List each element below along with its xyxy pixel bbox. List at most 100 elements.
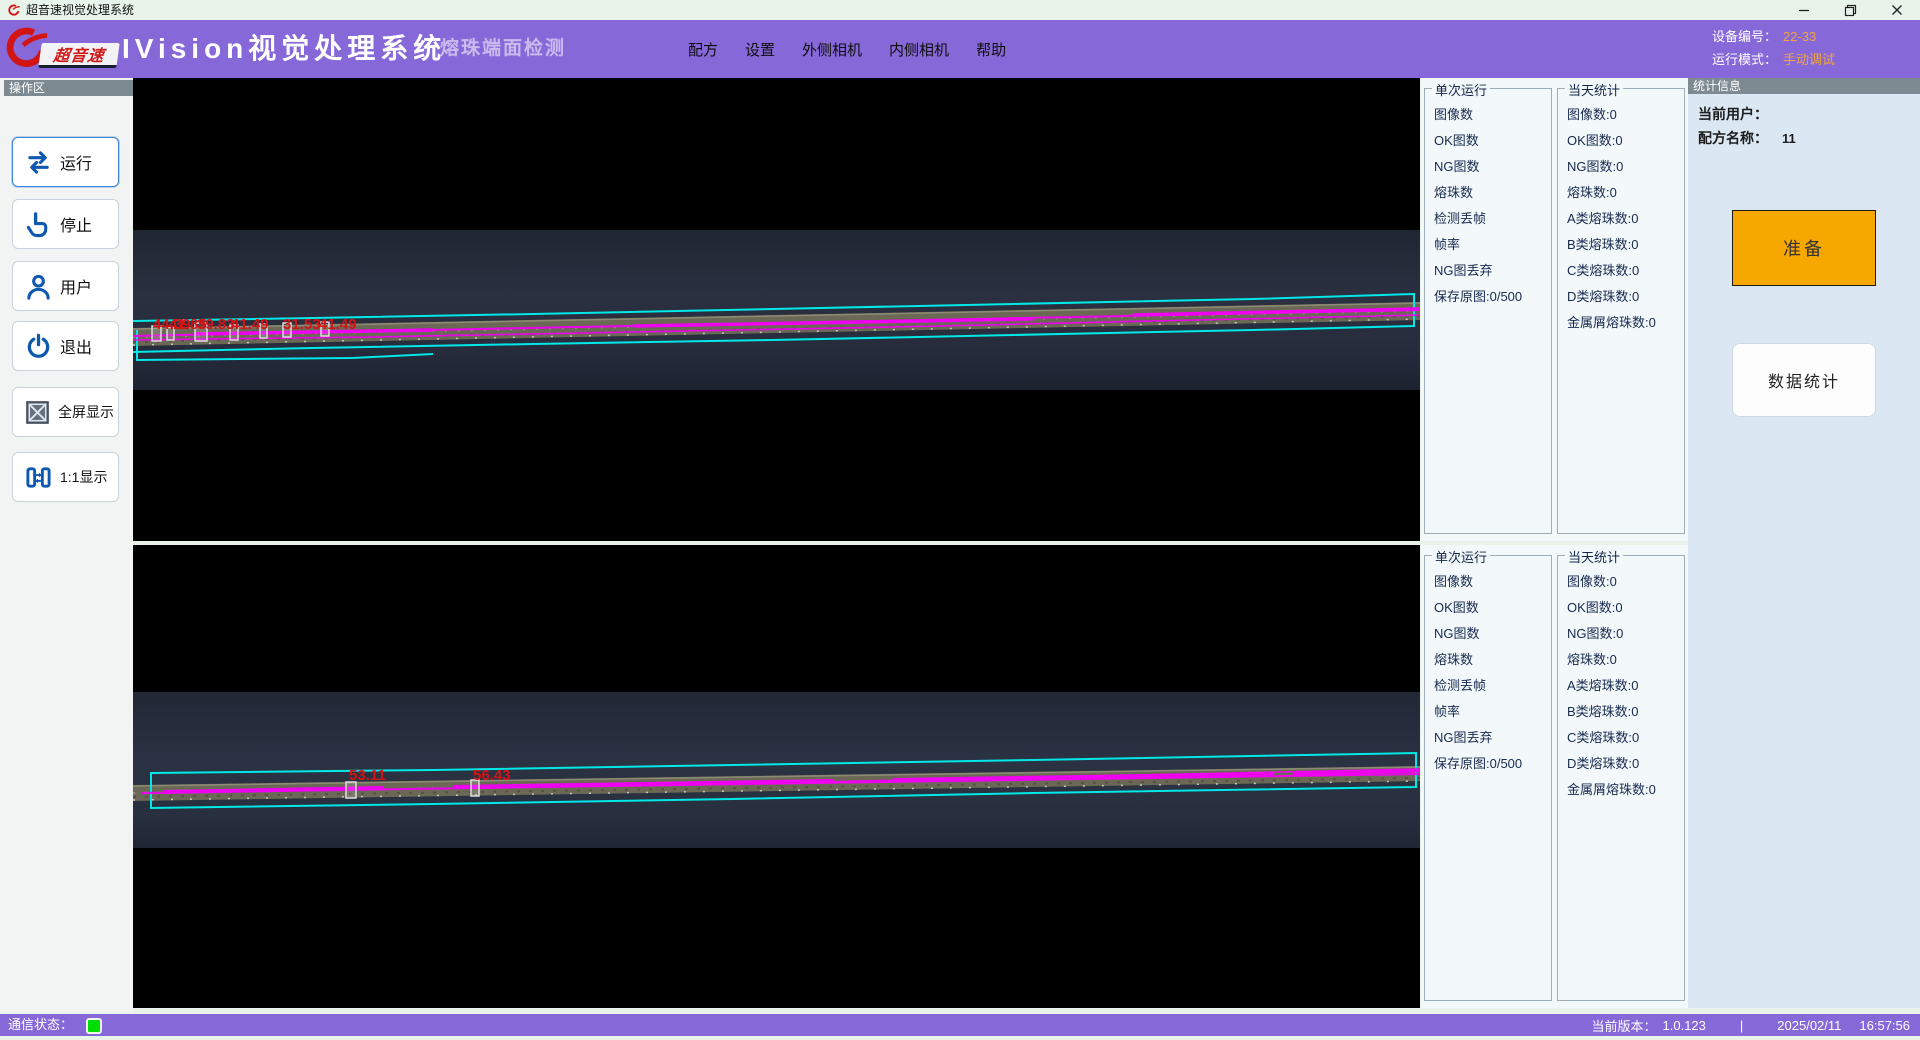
- device-number-row: 设备编号： 22-33: [1712, 25, 1835, 48]
- device-number-label: 设备编号：: [1712, 29, 1777, 44]
- stat-item: 帧率: [1425, 699, 1551, 725]
- stat-item: B类熔珠数:0: [1558, 232, 1684, 258]
- stat-item: A类熔珠数:0: [1558, 673, 1684, 699]
- stop-button-label: 停止: [60, 212, 92, 236]
- stat-item: D类熔珠数:0: [1558, 284, 1684, 310]
- camera-top-detection-overlay: [133, 78, 1420, 541]
- stat-item: 检测丢帧: [1425, 206, 1551, 232]
- stat-item: 图像数:0: [1558, 102, 1684, 128]
- menu-item[interactable]: 内侧相机: [889, 39, 949, 60]
- stat-item: A类熔珠数:0: [1558, 206, 1684, 232]
- exit-button[interactable]: 退出: [12, 321, 119, 371]
- one-to-one-button[interactable]: 1:1显示: [12, 452, 119, 502]
- recipe-name-row: 配方名称： 11: [1698, 128, 1796, 148]
- camera-bottom-detection-overlay: [133, 545, 1420, 1008]
- fullscreen-icon: [25, 400, 50, 425]
- stat-item: NG图数:0: [1558, 154, 1684, 180]
- menu-bar: 配方 设置 外侧相机 内侧相机 帮助: [688, 20, 1006, 78]
- app-subtitle: 熔珠端面检测: [440, 33, 566, 60]
- stat-item: 帧率: [1425, 232, 1551, 258]
- power-icon: [25, 333, 52, 360]
- stat-item: OK图数:0: [1558, 595, 1684, 621]
- recipe-name-label: 配方名称：: [1698, 130, 1768, 146]
- stat-item: 熔珠数: [1425, 647, 1551, 673]
- stat-item: OK图数:0: [1558, 128, 1684, 154]
- app-header: 超音速 IVision视觉处理系统 熔珠端面检测 配方设置外侧相机内侧相机帮助 …: [0, 20, 1920, 78]
- stat-item: NG图数: [1425, 154, 1551, 180]
- user-button[interactable]: 用户: [12, 261, 119, 311]
- daily-stats-groupbox: 当天统计 图像数:0OK图数:0NG图数:0熔珠数:0A类熔珠数:0B类熔珠数:…: [1557, 88, 1685, 534]
- menu-item[interactable]: 帮助: [976, 39, 1006, 60]
- ready-button[interactable]: 准备: [1732, 210, 1876, 286]
- stat-item: 保存原图:0/500: [1425, 284, 1551, 310]
- minimize-icon[interactable]: [1787, 0, 1821, 20]
- device-info: 设备编号： 22-33 运行模式： 手动调试: [1712, 25, 1835, 71]
- measurement-labels-top: 44.3941.8539.8341.4931.5341.49: [153, 316, 413, 334]
- stats-panel-bottom: 单次运行 图像数OK图数NG图数熔珠数检测丢帧帧率NG图丢弃保存原图:0/500…: [1421, 545, 1688, 1008]
- fullscreen-button[interactable]: 全屏显示: [12, 387, 119, 437]
- stat-item: B类熔珠数:0: [1558, 699, 1684, 725]
- stat-item: 熔珠数:0: [1558, 647, 1684, 673]
- stat-item: 金属屑熔珠数:0: [1558, 777, 1684, 803]
- brand-badge: 超音速: [38, 43, 120, 68]
- status-divider: |: [1740, 1018, 1743, 1033]
- exit-button-label: 退出: [60, 334, 92, 358]
- measurement-labels-bottom: 53.11 56.43: [349, 767, 569, 785]
- run-mode-label: 运行模式：: [1712, 52, 1777, 67]
- run-button[interactable]: 运行: [12, 137, 119, 187]
- one-to-one-button-label: 1:1显示: [60, 467, 107, 487]
- one-to-one-icon: [25, 464, 52, 491]
- stat-item: 熔珠数: [1425, 180, 1551, 206]
- stat-item: 图像数:0: [1558, 569, 1684, 595]
- user-icon: [25, 273, 52, 300]
- title-bar: 超音速视觉处理系统: [0, 0, 1920, 20]
- stat-item: 图像数: [1425, 102, 1551, 128]
- single-run-groupbox: 单次运行 图像数OK图数NG图数熔珠数检测丢帧帧率NG图丢弃保存原图:0/500: [1424, 555, 1552, 1001]
- stat-item: NG图数: [1425, 621, 1551, 647]
- measurement-value: 41.49: [231, 316, 269, 333]
- stat-item: NG图丢弃: [1425, 258, 1551, 284]
- current-user-label: 当前用户：: [1698, 106, 1768, 122]
- run-icon: [25, 149, 52, 176]
- comm-status-label: 通信状态：: [8, 1014, 73, 1036]
- menu-item[interactable]: 设置: [745, 39, 775, 60]
- single-run-groupbox: 单次运行 图像数OK图数NG图数熔珠数检测丢帧帧率NG图丢弃保存原图:0/500: [1424, 88, 1552, 534]
- statistics-info-panel: 统计信息 当前用户： 配方名称： 11 准备 数据统计: [1688, 78, 1920, 1008]
- user-button-label: 用户: [60, 274, 92, 298]
- daily-stats-items: 图像数:0OK图数:0NG图数:0熔珠数:0A类熔珠数:0B类熔珠数:0C类熔珠…: [1558, 89, 1684, 336]
- single-run-items: 图像数OK图数NG图数熔珠数检测丢帧帧率NG图丢弃保存原图:0/500: [1425, 89, 1551, 310]
- app-title: IVision视觉处理系统: [122, 27, 446, 67]
- stop-hand-icon: [25, 211, 52, 238]
- stat-item: OK图数: [1425, 128, 1551, 154]
- measurement-value: 39.83: [197, 316, 235, 333]
- single-run-title: 单次运行: [1432, 547, 1490, 566]
- restore-icon[interactable]: [1833, 0, 1867, 20]
- daily-stats-title: 当天统计: [1565, 547, 1623, 566]
- comm-status-indicator: [86, 1018, 102, 1034]
- run-mode-row: 运行模式： 手动调试: [1712, 48, 1835, 71]
- stop-button[interactable]: 停止: [12, 199, 119, 249]
- recipe-name-value: 11: [1782, 131, 1796, 146]
- daily-stats-items: 图像数:0OK图数:0NG图数:0熔珠数:0A类熔珠数:0B类熔珠数:0C类熔珠…: [1558, 556, 1684, 803]
- stat-item: 图像数: [1425, 569, 1551, 595]
- brand-badge-text: 超音速: [52, 42, 106, 66]
- device-number-value: 22-33: [1783, 29, 1816, 44]
- measurement-value: 53.11: [349, 767, 386, 784]
- single-run-title: 单次运行: [1432, 80, 1490, 99]
- fullscreen-button-label: 全屏显示: [58, 402, 114, 422]
- stat-item: 检测丢帧: [1425, 673, 1551, 699]
- menu-item[interactable]: 配方: [688, 39, 718, 60]
- stat-item: 熔珠数:0: [1558, 180, 1684, 206]
- close-icon[interactable]: [1880, 0, 1914, 20]
- menu-item[interactable]: 外侧相机: [802, 39, 862, 60]
- app-logo-icon-small: [7, 4, 20, 17]
- stat-item: 金属屑熔珠数:0: [1558, 310, 1684, 336]
- run-mode-value: 手动调试: [1783, 52, 1835, 67]
- single-run-items: 图像数OK图数NG图数熔珠数检测丢帧帧率NG图丢弃保存原图:0/500: [1425, 556, 1551, 777]
- stat-item: C类熔珠数:0: [1558, 258, 1684, 284]
- info-panel-title: 统计信息: [1688, 78, 1920, 94]
- measurement-value: 56.43: [473, 767, 511, 784]
- data-statistics-button[interactable]: 数据统计: [1732, 343, 1876, 417]
- stats-panel-top: 单次运行 图像数OK图数NG图数熔珠数检测丢帧帧率NG图丢弃保存原图:0/500…: [1421, 78, 1688, 541]
- stat-item: D类熔珠数:0: [1558, 751, 1684, 777]
